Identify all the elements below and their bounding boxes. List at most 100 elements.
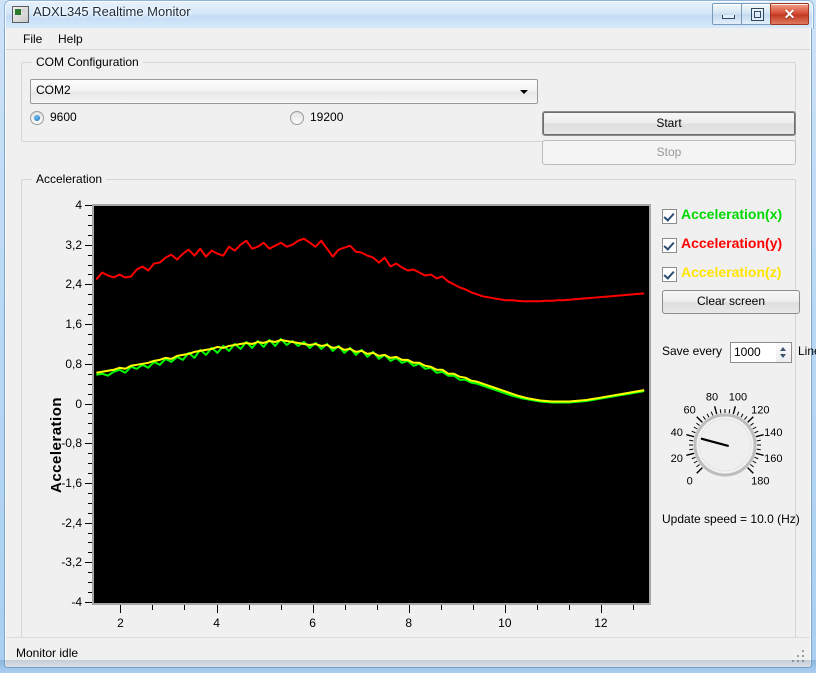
knob-major-tick xyxy=(755,452,764,457)
knob-minor-tick xyxy=(706,413,710,418)
knob-minor-tick xyxy=(756,448,761,451)
maximize-button[interactable] xyxy=(741,3,772,25)
com-configuration-label: COM Configuration xyxy=(32,55,143,69)
x-tick-label: 12 xyxy=(594,616,608,630)
save-every-input[interactable]: 1000 xyxy=(730,342,778,363)
knob-minor-tick xyxy=(754,430,759,434)
save-every-value: 1000 xyxy=(734,345,761,359)
knob-minor-tick xyxy=(689,448,694,451)
x-tick-mark xyxy=(408,605,410,613)
x-minor-tick-mark xyxy=(376,605,378,610)
y-tick-mark xyxy=(85,244,92,246)
x-minor-tick-mark xyxy=(440,605,442,610)
checkbox-acceleration-x[interactable] xyxy=(662,209,677,224)
knob-major-tick xyxy=(696,416,703,423)
y-tick-mark xyxy=(85,324,92,326)
y-tick-mark xyxy=(85,403,92,405)
knob-major-tick xyxy=(686,452,695,457)
knob-major-tick xyxy=(747,467,754,474)
chart-line-accelerationy xyxy=(95,237,645,303)
radio-icon-selected xyxy=(30,111,44,125)
y-tick-mark xyxy=(85,205,92,206)
knob-major-tick xyxy=(732,406,737,415)
start-button[interactable]: Start xyxy=(542,111,796,136)
knob-tick-label: 120 xyxy=(751,405,769,417)
grip-dot xyxy=(802,650,804,652)
x-minor-tick-mark xyxy=(280,605,282,610)
minimize-button[interactable] xyxy=(712,3,743,25)
acceleration-group: Acceleration 4 3,2 2,4 1,6 0,8 0 -0,8 -1,6 -2,4-… xyxy=(21,172,816,662)
update-speed-knob[interactable]: 0 20 40 60 80 100 120 140 160 180 xyxy=(662,383,812,493)
y-tick-label: 0,8 xyxy=(65,356,82,371)
knob-tick-label: 160 xyxy=(764,453,782,465)
baudrate-9600-label: 9600 xyxy=(50,110,77,124)
x-tick-label: 2 xyxy=(117,616,124,630)
close-button[interactable]: ✕ xyxy=(770,3,809,25)
y-axis-tick-marks xyxy=(82,204,92,605)
knob-minor-tick xyxy=(719,409,722,414)
save-every-stepper[interactable] xyxy=(776,342,792,363)
menu-item-help[interactable]: Help xyxy=(51,31,90,47)
knob-tick-label: 40 xyxy=(671,427,683,439)
x-minor-tick-mark xyxy=(248,605,250,610)
knob-minor-tick xyxy=(691,456,696,460)
x-tick-label: 10 xyxy=(498,616,512,630)
y-tick-label: -3,2 xyxy=(61,555,82,570)
x-minor-tick-mark xyxy=(152,605,154,610)
y-tick-mark xyxy=(85,522,92,524)
grip-dot xyxy=(802,655,804,657)
checkbox-acceleration-y[interactable] xyxy=(662,238,677,253)
legend-label-acceleration-y: Acceleration(y) xyxy=(681,235,783,251)
knob-minor-tick xyxy=(744,416,748,420)
knob-tick-label: 60 xyxy=(684,405,696,417)
knob-minor-tick xyxy=(696,422,700,426)
knob-major-tick xyxy=(696,467,703,474)
knob-minor-tick xyxy=(756,439,761,442)
knob-minor-tick xyxy=(752,426,757,430)
clear-screen-button[interactable]: Clear screen xyxy=(662,290,800,314)
window-title: ADXL345 Realtime Monitor xyxy=(33,4,191,19)
y-tick-label: 2,4 xyxy=(65,277,82,292)
radio-icon-unselected xyxy=(290,111,304,125)
title-bar[interactable]: ADXL345 Realtime Monitor ✕ xyxy=(4,0,812,28)
knob-minor-tick xyxy=(728,409,731,414)
menu-item-file[interactable]: File xyxy=(16,31,49,47)
x-tick-mark xyxy=(504,605,506,613)
minimize-icon xyxy=(722,15,735,19)
knob-minor-tick xyxy=(689,439,694,442)
knob-dial-svg[interactable]: 0 20 4060 80 100 120 140 160 180 xyxy=(662,383,812,493)
com-port-select[interactable]: COM2 xyxy=(30,79,538,104)
knob-minor-tick xyxy=(693,426,698,430)
x-axis-tick-marks xyxy=(92,605,652,615)
x-tick-mark xyxy=(600,605,602,613)
knob-major-tick xyxy=(713,406,718,415)
save-every-row: Save every 1000 Lines xyxy=(662,342,816,363)
checkbox-acceleration-z[interactable] xyxy=(662,267,677,282)
x-tick-mark xyxy=(312,605,314,613)
y-tick-mark xyxy=(85,363,92,365)
y-tick-mark xyxy=(85,284,92,286)
knob-minor-tick xyxy=(754,456,759,460)
x-tick-mark xyxy=(120,605,122,613)
stepper-up-icon[interactable] xyxy=(780,347,786,351)
y-tick-mark xyxy=(85,562,92,564)
knob-major-tick xyxy=(755,433,764,438)
x-tick-label: 6 xyxy=(309,616,316,630)
knob-minor-tick xyxy=(693,460,698,464)
knob-minor-tick xyxy=(752,460,757,464)
window-shadow xyxy=(0,660,816,673)
baudrate-19200-label: 19200 xyxy=(310,110,344,124)
knob-tick-label: 180 xyxy=(751,475,769,487)
chart-plot-area[interactable] xyxy=(92,204,651,605)
y-tick-mark xyxy=(85,602,92,603)
x-tick-label: 4 xyxy=(213,616,220,630)
y-tick-label: 4 xyxy=(75,198,82,212)
x-tick-label: 8 xyxy=(405,616,413,630)
x-axis-tick-labels: 2 4 6 8 10 12 xyxy=(92,616,652,634)
x-minor-tick-mark xyxy=(472,605,474,610)
menu-bar: File Help xyxy=(6,28,810,50)
x-minor-tick-mark xyxy=(568,605,570,610)
lines-label: Lines xyxy=(798,344,816,358)
update-speed-text: Update speed = 10.0 (Hz) xyxy=(662,512,800,526)
stepper-down-icon[interactable] xyxy=(780,354,786,358)
